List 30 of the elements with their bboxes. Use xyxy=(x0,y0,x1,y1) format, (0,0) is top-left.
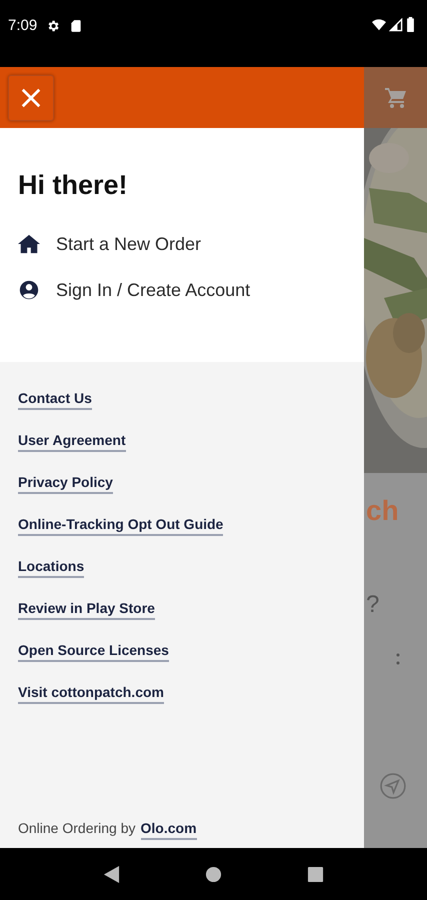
question-fragment: ? xyxy=(366,591,380,619)
menu-item[interactable]: Start a New Order xyxy=(18,221,202,267)
sd-card-icon xyxy=(69,18,84,32)
close-button[interactable] xyxy=(8,74,54,120)
menu-link[interactable]: Visit cottonpatch.com xyxy=(18,684,164,704)
more-icon xyxy=(396,653,400,665)
menu-link[interactable]: User Agreement xyxy=(18,432,126,452)
menu-link[interactable]: Locations xyxy=(18,558,84,578)
recents-icon[interactable] xyxy=(307,866,324,882)
menu-link[interactable]: Open Source Licenses xyxy=(18,642,169,662)
menu-link[interactable]: Review in Play Store xyxy=(18,600,155,620)
account-icon xyxy=(18,279,40,301)
battery-icon xyxy=(406,17,415,32)
gear-icon xyxy=(46,18,60,32)
footer-link[interactable]: Olo.com xyxy=(140,820,197,840)
footer-text: Online Ordering by xyxy=(18,820,136,836)
signal-icon xyxy=(389,18,403,32)
heading-fragment: ch xyxy=(366,495,399,527)
menu-link[interactable]: Privacy Policy xyxy=(18,474,113,494)
home-button-icon[interactable] xyxy=(204,866,222,882)
home-icon xyxy=(18,233,40,255)
status-time: 7:09 xyxy=(8,17,38,34)
menu-item[interactable]: Sign In / Create Account xyxy=(18,267,250,313)
wifi-icon xyxy=(372,18,386,32)
greeting-heading: Hi there! xyxy=(18,170,128,201)
close-icon xyxy=(20,86,42,108)
back-icon[interactable] xyxy=(102,866,120,882)
menu-link[interactable]: Online-Tracking Opt Out Guide xyxy=(18,516,224,536)
menu-link[interactable]: Contact Us xyxy=(18,390,92,410)
cart-icon xyxy=(384,86,408,110)
